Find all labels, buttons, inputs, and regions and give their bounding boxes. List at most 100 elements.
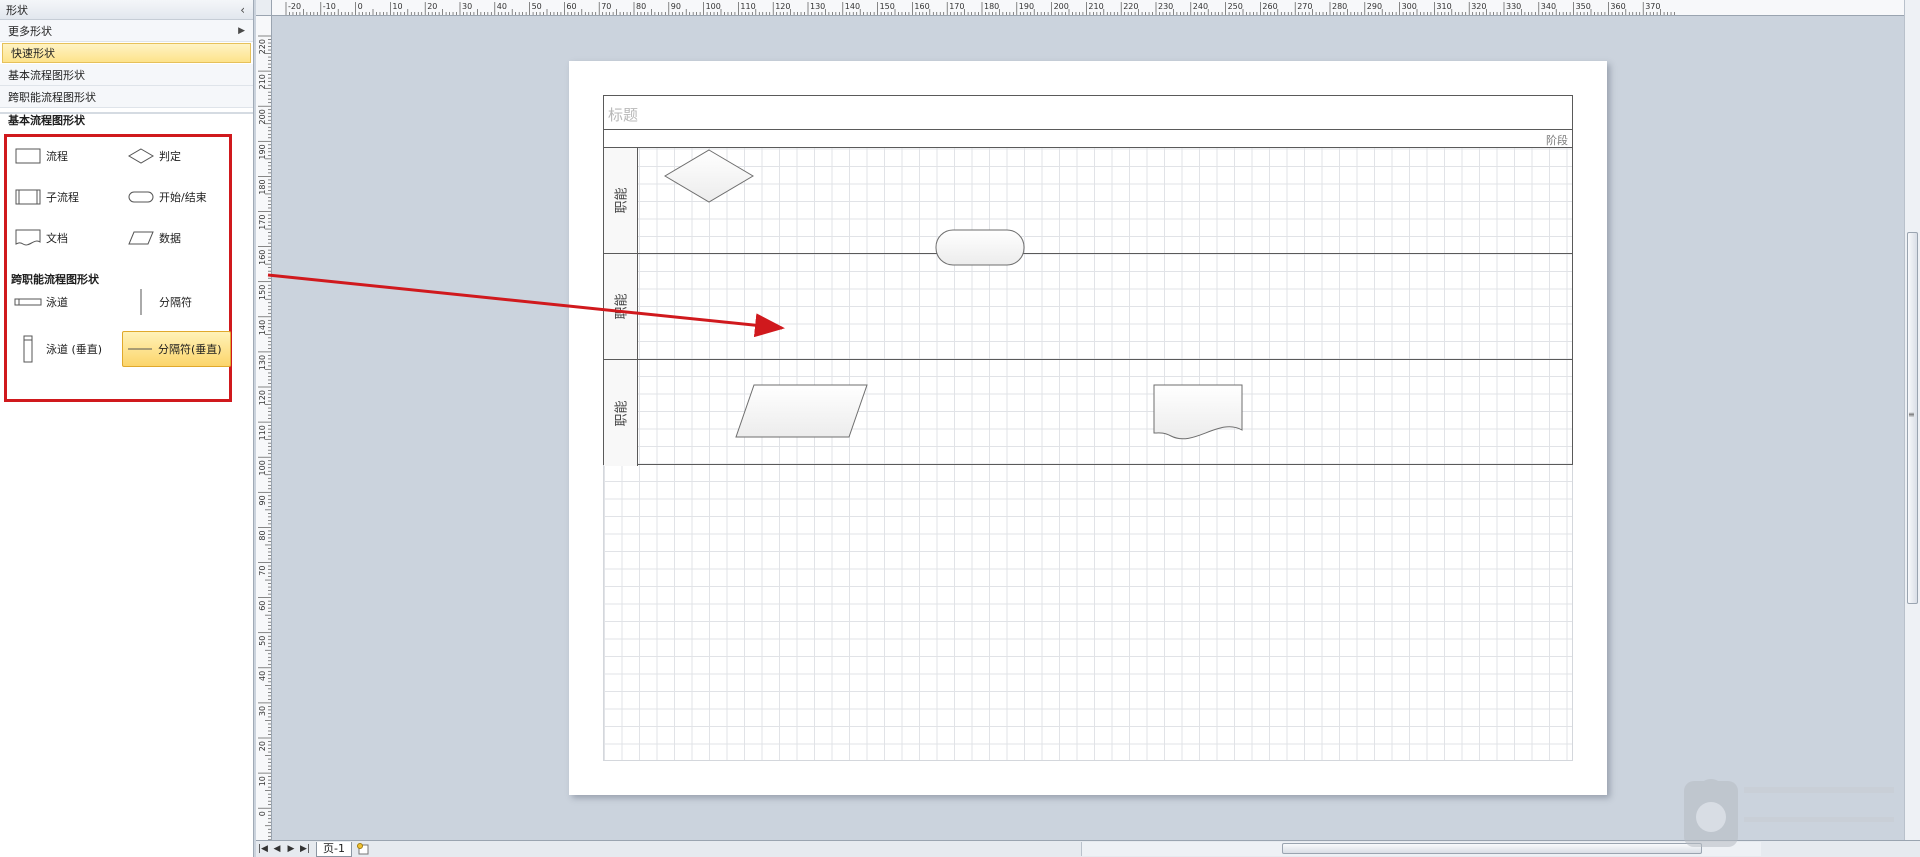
stencil-more-shapes[interactable]: 更多形状 ▶	[0, 20, 253, 42]
last-page-icon[interactable]: ▶|	[298, 842, 312, 856]
ruler-label: 150	[258, 285, 267, 300]
ruler-label: 70	[258, 566, 267, 576]
stencil-quick-shapes[interactable]: 快速形状	[2, 43, 251, 63]
horizontal-ruler[interactable]: -20 -10 0 10 20 30 40 50 60 70 80 90 100 110 120 130 140…	[256, 0, 1920, 16]
master-subprocess[interactable]: 子流程	[11, 182, 121, 212]
ruler-label: 0	[258, 811, 267, 816]
ruler-label: 10	[392, 2, 402, 11]
master-vertical-swimlane[interactable]: 泳道 (垂直)	[11, 331, 121, 367]
ruler-label: 180	[984, 2, 999, 11]
data-shape-icon	[127, 228, 155, 248]
master-data[interactable]: 数据	[124, 223, 234, 253]
insert-page-icon[interactable]	[354, 842, 372, 856]
ruler-label: -10	[323, 2, 336, 11]
document-shape-icon	[14, 228, 42, 248]
ruler-label: 90	[258, 495, 267, 505]
separator-shape-icon	[127, 289, 155, 315]
ruler-label: 160	[258, 250, 267, 265]
master-label: 开始/结束	[159, 191, 207, 204]
ruler-label: 30	[258, 706, 267, 716]
master-label: 判定	[159, 150, 181, 163]
vertical-scrollbar[interactable]: ≡	[1904, 0, 1920, 840]
previous-page-icon[interactable]: ◀	[270, 842, 284, 856]
master-process[interactable]: 流程	[11, 141, 121, 171]
ruler-label: 270	[1297, 2, 1312, 11]
master-label: 流程	[46, 150, 68, 163]
first-page-icon[interactable]: |◀	[256, 842, 270, 856]
stencil-label: 更多形状	[8, 24, 52, 38]
ruler-label: 320	[1471, 2, 1486, 11]
vertical-ruler[interactable]: 220 210 200 190 180 170 160 150 140 130 120 110 100 9…	[256, 16, 272, 840]
ruler-label: 190	[258, 144, 267, 159]
ruler-label: 120	[258, 390, 267, 405]
ruler-label: 90	[671, 2, 681, 11]
page-tab[interactable]: 页-1	[316, 841, 352, 857]
decision-shape[interactable]	[664, 149, 754, 203]
master-start-end[interactable]: 开始/结束	[124, 182, 234, 212]
master-swimlane[interactable]: 泳道	[11, 287, 121, 317]
ruler-label: 220	[258, 39, 267, 54]
master-separator[interactable]: 分隔符	[124, 287, 234, 317]
ruler-label: 140	[845, 2, 860, 11]
ruler-label: 70	[601, 2, 611, 11]
ruler-label: 200	[1054, 2, 1069, 11]
data-shape[interactable]	[735, 384, 868, 438]
decision-shape-icon	[127, 146, 155, 166]
drawing-page[interactable]: 标题 阶段 职能 职能 职能	[569, 61, 1607, 795]
highlight-box: 流程 判定 子流程 开始/结束 文档 数据 跨职能流程图形状 泳道 分隔符 泳道…	[4, 134, 232, 402]
ruler-label: 180	[258, 179, 267, 194]
ruler-label: 290	[1367, 2, 1382, 11]
ruler-label: 210	[258, 74, 267, 89]
ruler-label: 120	[775, 2, 790, 11]
ruler-label: 80	[636, 2, 646, 11]
master-label: 泳道 (垂直)	[46, 343, 103, 356]
ruler-label: 150	[880, 2, 895, 11]
submenu-arrow-icon: ▶	[238, 25, 245, 36]
document-shape[interactable]	[1153, 384, 1243, 440]
page-navigation-bar: |◀ ◀ ▶ ▶| 页-1	[256, 840, 1920, 857]
ruler-label: 240	[1193, 2, 1208, 11]
horizontal-ruler-ticks: -20 -10 0 10 20 30 40 50 60 70 80 90 100 110 120 130 140…	[285, 2, 1675, 15]
stencil-label: 快速形状	[11, 47, 55, 60]
ruler-label: 350	[1576, 2, 1591, 11]
next-page-icon[interactable]: ▶	[284, 842, 298, 856]
ruler-label: 80	[258, 530, 267, 540]
master-decision[interactable]: 判定	[124, 141, 234, 171]
stencil-label: 跨职能流程图形状	[8, 90, 96, 104]
ruler-label: 140	[258, 320, 267, 335]
grip-icon: ≡	[1908, 410, 1915, 419]
master-label: 分隔符	[159, 296, 192, 309]
ruler-label: 130	[258, 355, 267, 370]
ruler-label: 310	[1436, 2, 1451, 11]
section-title: 基本流程图形状	[0, 112, 253, 127]
ruler-label: 280	[1332, 2, 1347, 11]
start-end-shape-icon	[127, 187, 155, 207]
ruler-label: 220	[1123, 2, 1138, 11]
ruler-label: 60	[258, 601, 267, 611]
collapse-pane-icon[interactable]: ‹	[240, 3, 245, 17]
ruler-label: 190	[1019, 2, 1034, 11]
horizontal-scrollbar[interactable]	[1081, 842, 1761, 856]
ruler-label: 250	[1228, 2, 1243, 11]
ruler-label: 100	[706, 2, 721, 11]
ruler-label: 10	[258, 776, 267, 786]
ruler-label: 340	[1541, 2, 1556, 11]
horizontal-scroll-thumb[interactable]	[1282, 843, 1702, 854]
drawing-canvas[interactable]: 标题 阶段 职能 职能 职能	[272, 17, 1904, 840]
ruler-label: 330	[1506, 2, 1521, 11]
master-vertical-separator[interactable]: 分隔符(垂直)	[122, 331, 231, 367]
subprocess-shape-icon	[14, 187, 42, 207]
ruler-label: 30	[462, 2, 472, 11]
ruler-label: 160	[914, 2, 929, 11]
stencil-basic-flowchart[interactable]: 基本流程图形状	[0, 64, 253, 86]
ruler-label: -20	[288, 2, 301, 11]
ruler-label: 360	[1610, 2, 1625, 11]
master-label: 文档	[46, 232, 68, 245]
stencil-cross-functional[interactable]: 跨职能流程图形状	[0, 86, 253, 108]
ruler-label: 20	[427, 2, 437, 11]
watermark-logo	[1684, 779, 1894, 847]
ruler-label: 130	[810, 2, 825, 11]
start-end-shape[interactable]	[935, 229, 1025, 266]
ruler-label: 200	[258, 109, 267, 124]
master-document[interactable]: 文档	[11, 223, 121, 253]
